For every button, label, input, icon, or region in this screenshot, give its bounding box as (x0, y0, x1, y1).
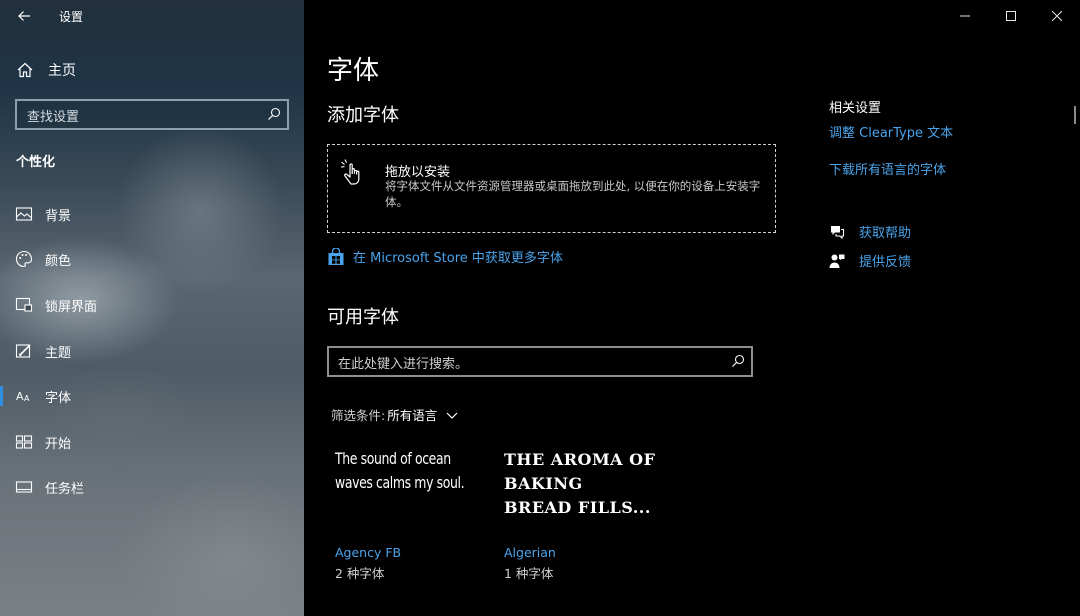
language-filter-dropdown[interactable]: 筛选条件: 所有语言 (331, 405, 458, 424)
add-fonts-heading: 添加字体 (327, 105, 399, 126)
settings-search-placeholder: 查找设置 (27, 110, 80, 125)
sidebar-item-start[interactable]: 开始 (0, 422, 304, 462)
font-name: Algerian (504, 545, 556, 560)
sidebar-item-label: 背景 (45, 208, 72, 224)
font-preview-line: waves calms my soul. (335, 473, 465, 492)
picture-icon (15, 207, 33, 221)
back-arrow-icon (18, 11, 30, 21)
sidebar-home-label: 主页 (48, 63, 76, 79)
close-button[interactable] (1034, 0, 1080, 32)
sidebar-item-themes[interactable]: 主题 (0, 331, 304, 371)
chevron-down-icon (446, 412, 458, 419)
svg-text:A: A (24, 394, 30, 403)
available-fonts-heading: 可用字体 (327, 307, 399, 328)
active-indicator (0, 386, 3, 406)
sidebar-item-label: 主题 (45, 345, 72, 361)
cleartype-link[interactable]: 调整 ClearType 文本 (829, 122, 953, 141)
font-drop-zone[interactable]: 拖放以安装 将字体文件从文件资源管理器或桌面拖放到此处, 以便在你的设备上安装字… (327, 144, 776, 233)
chat-help-icon (831, 225, 845, 239)
home-icon (17, 62, 33, 78)
palette-icon (16, 250, 33, 268)
settings-search-input[interactable]: 查找设置 (15, 99, 289, 130)
drag-hand-icon (340, 159, 360, 185)
font-search-input[interactable]: 在此处键入进行搜索。 (327, 346, 753, 377)
close-icon (1052, 11, 1062, 21)
related-settings-title: 相关设置 (829, 101, 882, 116)
font-preview-line: BAKING (504, 474, 583, 493)
theme-icon (15, 344, 31, 358)
page-title: 字体 (327, 56, 380, 86)
feedback-label: 提供反馈 (859, 255, 912, 270)
font-preview-line: THE AROMA OF (504, 450, 656, 469)
feedback-icon (829, 254, 845, 268)
drop-zone-description: 将字体文件从文件资源管理器或桌面拖放到此处, 以便在你的设备上安装字体。 (385, 179, 761, 209)
back-button[interactable] (14, 6, 34, 26)
taskbar-icon (15, 481, 33, 493)
sidebar-item-label: 任务栏 (45, 481, 85, 497)
font-preview-line: BREAD FILLS... (504, 498, 651, 517)
font-icon: A A (16, 390, 30, 403)
font-preview-sample: The sound of ocean waves calms my soul. (335, 447, 483, 495)
start-icon (15, 435, 33, 449)
minimize-icon (960, 15, 970, 17)
search-icon[interactable] (731, 354, 745, 368)
svg-text:A: A (16, 390, 24, 403)
sidebar-item-label: 开始 (45, 436, 72, 452)
search-icon[interactable] (267, 107, 281, 121)
font-card-agency-fb[interactable]: The sound of ocean waves calms my soul. … (335, 447, 495, 587)
font-face-count: 2 种字体 (335, 566, 385, 581)
lock-screen-icon (15, 297, 33, 312)
window-controls (942, 0, 1080, 32)
get-help-label: 获取帮助 (859, 226, 912, 241)
font-preview-sample: THE AROMA OF BAKING BREAD FILLS... (504, 448, 664, 520)
sidebar-section-title: 个性化 (16, 155, 56, 170)
sidebar-item-background[interactable]: 背景 (0, 194, 304, 234)
sidebar-home[interactable]: 主页 (16, 59, 76, 81)
feedback-link[interactable]: 提供反馈 (829, 251, 911, 270)
sidebar-item-label: 字体 (45, 390, 72, 406)
sidebar: 设置 主页 查找设置 个性化 背景 颜色 锁屏界面 主题 A A 字体 开始 任… (0, 0, 304, 616)
maximize-button[interactable] (988, 0, 1034, 32)
filter-value: 所有语言 (387, 408, 438, 423)
store-bag-icon (328, 247, 344, 265)
sidebar-item-lock-screen[interactable]: 锁屏界面 (0, 285, 304, 325)
sidebar-item-fonts[interactable]: A A 字体 (0, 376, 304, 416)
font-face-count: 1 种字体 (504, 566, 554, 581)
filter-label: 筛选条件: (331, 408, 386, 423)
title-bar: 设置 (0, 0, 304, 32)
get-help-link[interactable]: 获取帮助 (829, 222, 911, 241)
scrollbar[interactable] (1074, 106, 1076, 124)
store-link-label: 在 Microsoft Store 中获取更多字体 (353, 251, 563, 266)
sidebar-item-label: 颜色 (45, 253, 72, 269)
microsoft-store-link[interactable]: 在 Microsoft Store 中获取更多字体 (327, 247, 563, 266)
font-preview-line: The sound of ocean (335, 449, 451, 468)
app-title: 设置 (59, 10, 84, 24)
download-all-fonts-link[interactable]: 下载所有语言的字体 (829, 159, 946, 178)
font-name: Agency FB (335, 545, 402, 560)
minimize-button[interactable] (942, 0, 988, 32)
font-card-algerian[interactable]: THE AROMA OF BAKING BREAD FILLS... Alger… (504, 448, 664, 588)
sidebar-item-label: 锁屏界面 (45, 299, 98, 315)
sidebar-item-taskbar[interactable]: 任务栏 (0, 467, 304, 507)
maximize-icon (1006, 11, 1016, 21)
sidebar-item-colors[interactable]: 颜色 (0, 239, 304, 279)
font-search-placeholder: 在此处键入进行搜索。 (338, 357, 469, 372)
